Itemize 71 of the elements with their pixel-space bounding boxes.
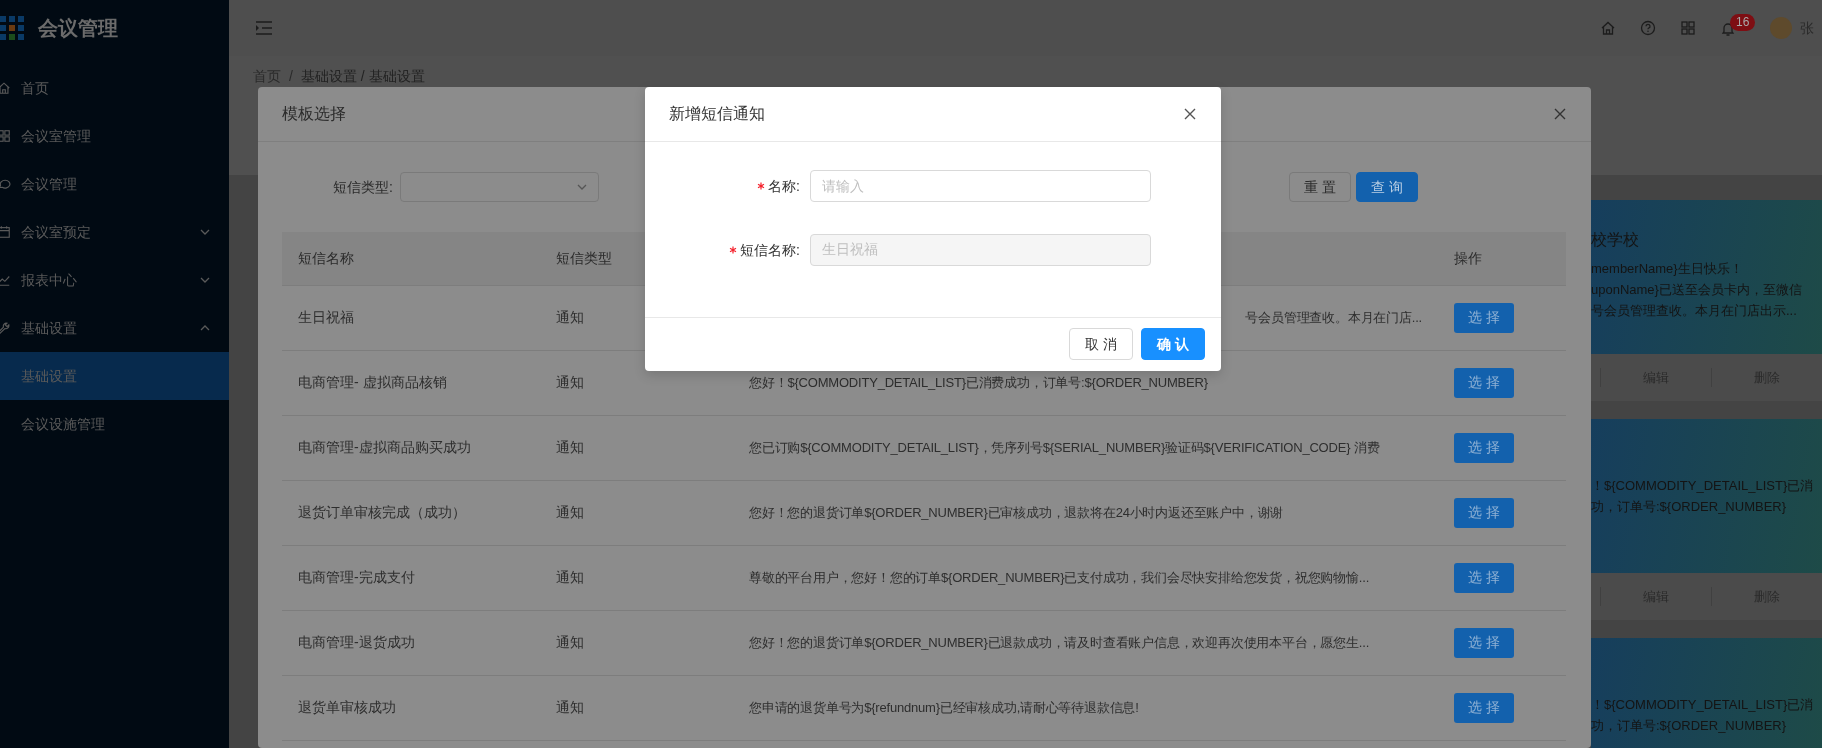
table-cell: 退货单审核成功 bbox=[298, 699, 396, 715]
table-cell: 电商管理-退货成功 bbox=[298, 634, 415, 650]
home-icon bbox=[0, 81, 11, 95]
sidebar-subitem[interactable]: 基础设置 bbox=[0, 352, 229, 400]
select-button[interactable]: 选 择 bbox=[1454, 302, 1514, 333]
table-cell: 退货订单审核完成（成功） bbox=[298, 504, 466, 520]
select-button[interactable]: 选 择 bbox=[1454, 627, 1514, 658]
breadcrumb-separator: / bbox=[289, 67, 293, 86]
filter-label: 短信类型: bbox=[333, 178, 393, 195]
field-label: 短信名称: bbox=[740, 240, 800, 260]
sidebar-subitem[interactable]: 会议设施管理 bbox=[0, 400, 229, 448]
table-cell: 您好！您的退货订单${ORDER_NUMBER}已审核成功，退款将在24小时内返还至账户中，谢谢 bbox=[749, 504, 1284, 520]
table-cell: 通知 bbox=[556, 569, 584, 585]
select-field[interactable] bbox=[400, 172, 599, 202]
table-cell: 生日祝福 bbox=[298, 309, 354, 325]
select-button[interactable]: 选 择 bbox=[1454, 367, 1514, 398]
notification-badge: 16 bbox=[1730, 13, 1756, 31]
table-cell: 通知 bbox=[556, 439, 584, 455]
select-button[interactable]: 选 择 bbox=[1454, 562, 1514, 593]
sidebar-item[interactable]: 会议室管理 bbox=[0, 112, 229, 160]
table-cell: 您好！您的退货订单${ORDER_NUMBER}已退款成功，请及时查看账户信息，欢迎再次使用本平台，愿您生... bbox=[749, 634, 1370, 650]
select-button[interactable]: 选 择 bbox=[1454, 432, 1514, 463]
dialog-title: 模板选择 bbox=[282, 104, 346, 124]
table-cell: 尊敬的平台用户，您好！您的订单${ORDER_NUMBER}已支付成功，我们会尽快安排给您发货，祝您购物愉... bbox=[749, 569, 1370, 585]
dialog-title: 新增短信通知 bbox=[669, 104, 765, 124]
bell-icon[interactable] bbox=[1720, 20, 1736, 37]
card-text: 功，订单号:${ORDER_NUMBER} bbox=[1591, 717, 1788, 735]
help-icon[interactable] bbox=[1640, 20, 1656, 36]
menu-toggle-icon[interactable] bbox=[255, 20, 273, 36]
reset-button[interactable]: 重 置 bbox=[1289, 172, 1352, 202]
table-cell: 电商管理-完成支付 bbox=[298, 569, 415, 585]
app-logo-icon bbox=[0, 16, 24, 40]
field-label: 名称: bbox=[768, 176, 800, 196]
table-cell: 通知 bbox=[556, 699, 584, 715]
select-button[interactable]: 选 择 bbox=[1454, 692, 1514, 723]
app-title: 会议管理 bbox=[38, 16, 118, 41]
search-button[interactable]: 查 询 bbox=[1356, 172, 1418, 202]
calendar-icon bbox=[0, 225, 11, 239]
chart-icon bbox=[0, 273, 11, 287]
table-cell: 通知 bbox=[556, 374, 584, 390]
close-icon[interactable] bbox=[1553, 107, 1567, 121]
confirm-button[interactable]: 确 认 bbox=[1141, 328, 1205, 360]
apps-icon[interactable] bbox=[1680, 20, 1696, 36]
table-cell: 号会员管理查收。本月在门店... bbox=[1245, 309, 1422, 325]
column-header: 操作 bbox=[1454, 249, 1482, 266]
table-cell: 通知 bbox=[556, 309, 584, 325]
user-avatar[interactable] bbox=[1770, 17, 1792, 39]
select-button[interactable]: 选 择 bbox=[1454, 497, 1514, 528]
chat-icon bbox=[0, 177, 11, 191]
sidebar-item[interactable]: 基础设置 bbox=[0, 304, 229, 352]
home-icon[interactable] bbox=[1600, 20, 1616, 36]
table-cell: 电商管理- 虚拟商品核销 bbox=[298, 374, 447, 390]
sidebar-item[interactable]: 会议室预定 bbox=[0, 208, 229, 256]
cancel-button[interactable]: 取 消 bbox=[1069, 328, 1133, 360]
sidebar-item[interactable]: 报表中心 bbox=[0, 256, 229, 304]
column-header: 短信名称 bbox=[298, 249, 354, 266]
card-title: 校学校 bbox=[1591, 230, 1640, 250]
table-cell: 您申请的退货单号为${refundnum}已经审核成功,请耐心等待退款信息! bbox=[749, 699, 1139, 715]
table-cell: 通知 bbox=[556, 634, 584, 650]
table-cell: 通知 bbox=[556, 504, 584, 520]
sidebar-item[interactable]: 会议管理 bbox=[0, 160, 229, 208]
table-cell: 电商管理-虚拟商品购买成功 bbox=[298, 439, 471, 455]
column-header: 短信类型 bbox=[556, 249, 612, 266]
card-text: 功，订单号:${ORDER_NUMBER} bbox=[1591, 498, 1788, 516]
wrench-icon bbox=[0, 321, 11, 335]
sidebar-item[interactable]: 首页 bbox=[0, 64, 229, 112]
grid-icon bbox=[0, 129, 11, 143]
close-icon[interactable] bbox=[1183, 107, 1197, 121]
table-cell: 您已订购${COMMODITY_DETAIL_LIST}，凭序列号${SERIAL_NUMBER}验证码${VERIFICATION_CODE} 消费 bbox=[749, 439, 1380, 455]
input-field[interactable]: 请输入 bbox=[810, 170, 1151, 202]
table-cell: 您好！${COMMODITY_DETAIL_LIST}已消费成功，订单号:${ORDER_NUMBER} bbox=[749, 374, 1208, 390]
